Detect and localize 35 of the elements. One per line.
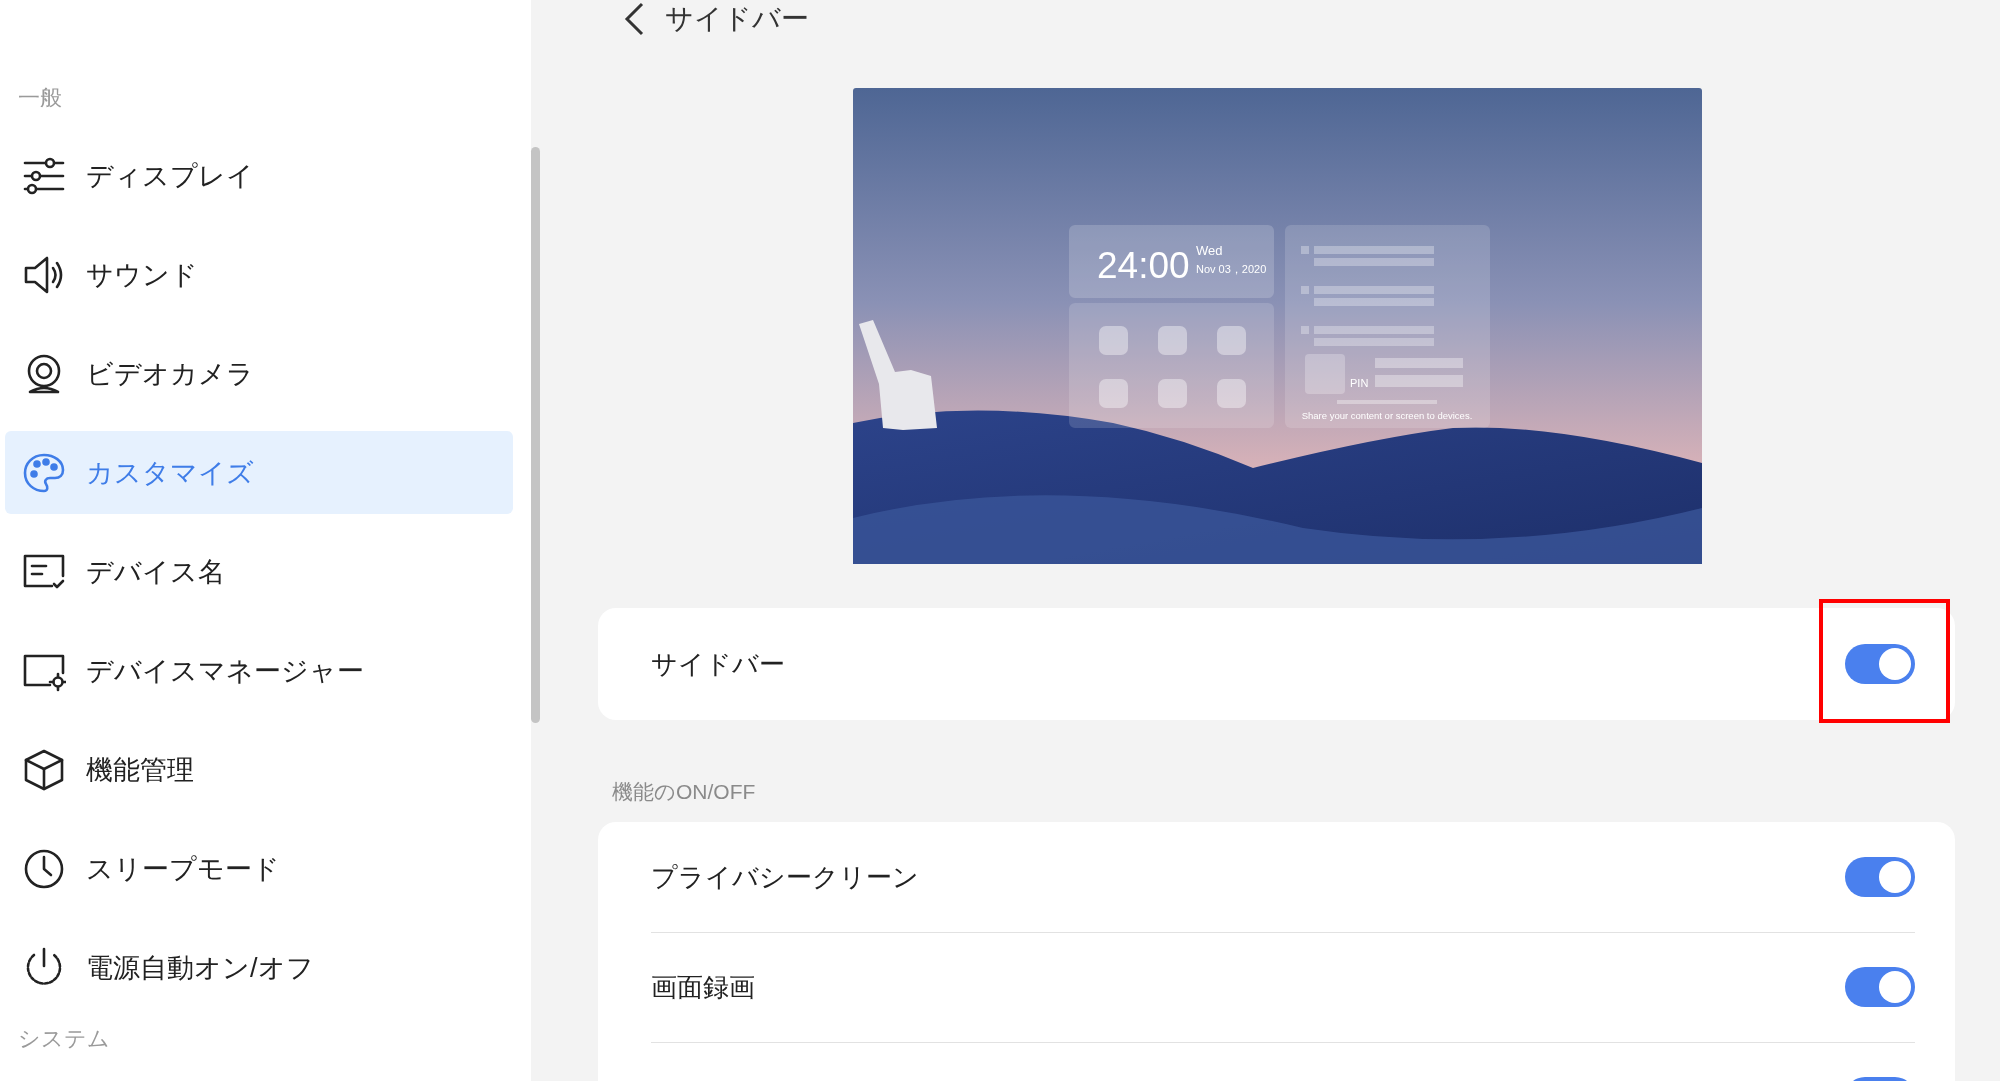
share-hint: Share your content or screen to devices. [1301,410,1473,421]
sidebar-item[interactable]: 電源自動オン/オフ [5,926,513,1009]
item-label: サウンド [86,258,198,292]
sidebar-item[interactable]: スリープモード [5,827,513,910]
date: Nov 03，2020 [1196,263,1267,275]
cube-icon [22,747,66,792]
setting-label: 画面録画 [651,970,755,1004]
sidebar-item[interactable]: ビデオカメラ [5,332,513,415]
sidebar-item[interactable]: 機能管理 [5,728,513,811]
item-label: ディスプレイ [86,159,254,193]
scrollbar-thumb[interactable] [531,147,540,723]
section-label: 機能のON/OFF [612,779,757,805]
back-icon[interactable] [623,2,645,36]
section-label: 一般 [17,84,63,112]
section-label: システム [17,1025,111,1053]
page-title: サイドバー [665,2,809,36]
item-label: デバイス名 [86,555,225,589]
weekday: Wed [1196,243,1223,258]
item-label: デバイスマネージャー [86,654,364,688]
toggle-switch[interactable] [1845,644,1915,684]
item-label: スリープモード [86,852,280,886]
sidebar-item[interactable]: サウンド [5,233,513,316]
toggle-switch[interactable] [1845,857,1915,897]
setting-label: プライバシークリーン [651,860,919,894]
clock-time: 24:00 [1097,245,1190,286]
pin-label: PIN [1350,377,1369,389]
sidebar-item[interactable]: デバイスマネージャー [5,629,513,712]
sidebar-item[interactable]: ディスプレイ [5,134,513,217]
item-label: 電源自動オン/オフ [86,951,314,985]
toggle-switch[interactable] [1845,967,1915,1007]
setting-label: サイドバー [651,647,785,681]
item-label: カスタマイズ [86,456,254,490]
item-label: ビデオカメラ [86,357,254,391]
item-label: 機能管理 [86,753,194,787]
sidebar-item[interactable]: デバイス名 [5,530,513,613]
